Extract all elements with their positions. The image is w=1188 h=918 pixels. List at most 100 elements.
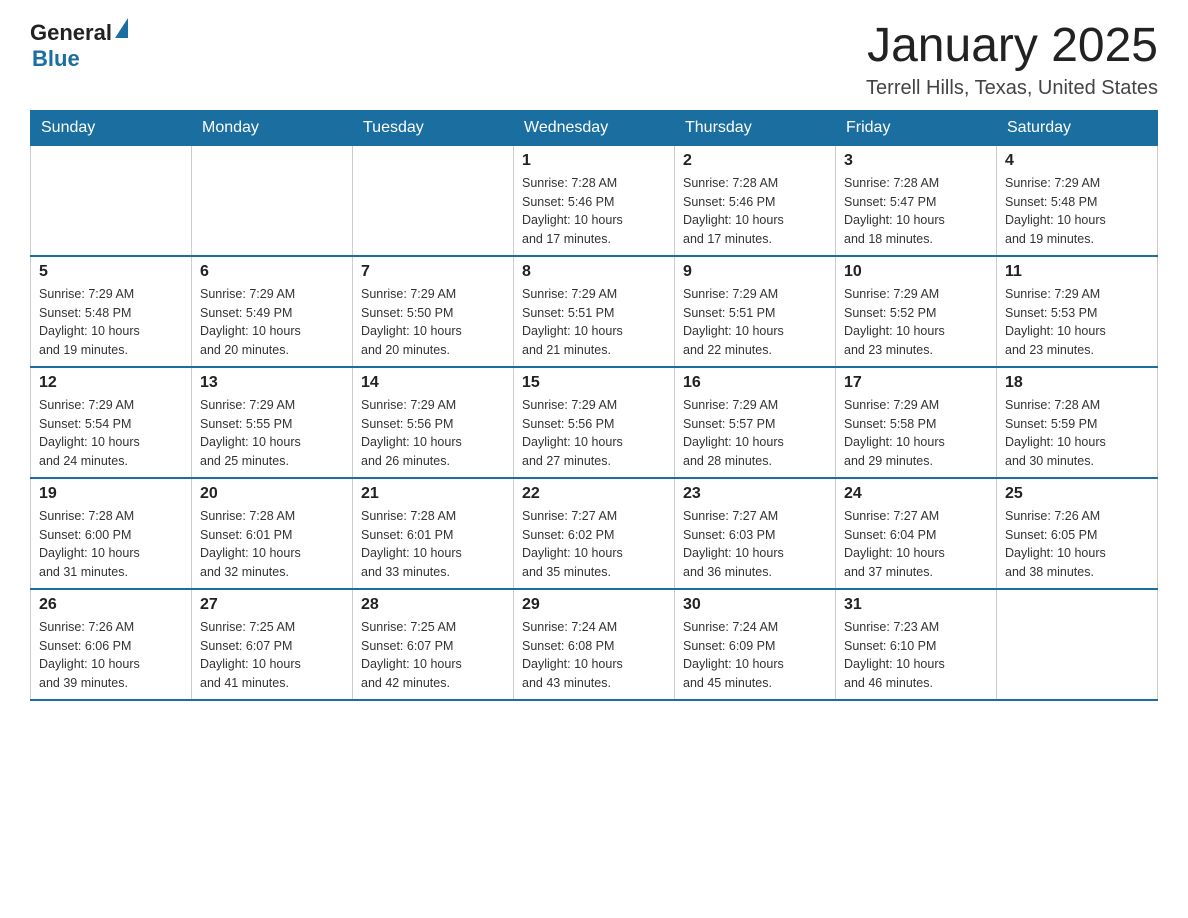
calendar-cell: 27 Sunrise: 7:25 AMSunset: 6:07 PMDayligh… [192,589,353,700]
calendar-cell: 9 Sunrise: 7:29 AMSunset: 5:51 PMDaylight… [675,256,836,367]
day-number: 19 [39,485,183,503]
title-area: January 2025 Terrell Hills, Texas, Unite… [866,20,1158,100]
calendar-body: 1 Sunrise: 7:28 AMSunset: 5:46 PMDaylight… [31,145,1158,700]
day-number: 16 [683,374,827,392]
calendar-cell [31,145,192,256]
calendar-cell: 1 Sunrise: 7:28 AMSunset: 5:46 PMDaylight… [514,145,675,256]
day-number: 18 [1005,374,1149,392]
calendar-week-row: 26 Sunrise: 7:26 AMSunset: 6:06 PMDayligh… [31,589,1158,700]
calendar-cell: 8Sunrise: 7:29 AMSunset: 5:51 PMDaylight… [514,256,675,367]
day-number: 7 [361,263,505,281]
day-number: 6 [200,263,344,281]
calendar-header-saturday: Saturday [997,110,1158,145]
calendar-header-tuesday: Tuesday [353,110,514,145]
calendar-week-row: 1 Sunrise: 7:28 AMSunset: 5:46 PMDaylight… [31,145,1158,256]
day-info: Sunrise: 7:28 AMSunset: 5:47 PMDaylight:… [844,174,988,249]
calendar-cell: 30 Sunrise: 7:24 AMSunset: 6:09 PMDayligh… [675,589,836,700]
day-info: Sunrise: 7:29 AMSunset: 5:53 PMDaylight:… [1005,285,1149,360]
calendar-cell: 18 Sunrise: 7:28 AMSunset: 5:59 PMDayligh… [997,367,1158,478]
calendar-cell: 13 Sunrise: 7:29 AMSunset: 5:55 PMDayligh… [192,367,353,478]
day-info: Sunrise: 7:28 AMSunset: 5:59 PMDaylight:… [1005,396,1149,471]
day-info: Sunrise: 7:25 AMSunset: 6:07 PMDaylight:… [361,618,505,693]
day-info: Sunrise: 7:26 AMSunset: 6:06 PMDaylight:… [39,618,183,693]
calendar-cell: 28 Sunrise: 7:25 AMSunset: 6:07 PMDayligh… [353,589,514,700]
calendar-cell: 11 Sunrise: 7:29 AMSunset: 5:53 PMDayligh… [997,256,1158,367]
calendar-cell: 25 Sunrise: 7:26 AMSunset: 6:05 PMDayligh… [997,478,1158,589]
calendar-week-row: 12Sunrise: 7:29 AMSunset: 5:54 PMDayligh… [31,367,1158,478]
day-info: Sunrise: 7:29 AMSunset: 5:50 PMDaylight:… [361,285,505,360]
day-info: Sunrise: 7:28 AMSunset: 5:46 PMDaylight:… [683,174,827,249]
day-info: Sunrise: 7:29 AMSunset: 5:51 PMDaylight:… [522,285,666,360]
day-number: 27 [200,596,344,614]
logo-blue-text: Blue [32,46,80,72]
day-number: 26 [39,596,183,614]
day-info: Sunrise: 7:28 AMSunset: 6:01 PMDaylight:… [200,507,344,582]
day-number: 1 [522,152,666,170]
day-info: Sunrise: 7:28 AMSunset: 5:46 PMDaylight:… [522,174,666,249]
day-number: 15 [522,374,666,392]
day-number: 13 [200,374,344,392]
calendar-cell: 19 Sunrise: 7:28 AMSunset: 6:00 PMDayligh… [31,478,192,589]
day-info: Sunrise: 7:27 AMSunset: 6:04 PMDaylight:… [844,507,988,582]
day-number: 28 [361,596,505,614]
calendar-cell: 5Sunrise: 7:29 AMSunset: 5:48 PMDaylight… [31,256,192,367]
day-number: 4 [1005,152,1149,170]
day-number: 22 [522,485,666,503]
day-info: Sunrise: 7:29 AMSunset: 5:56 PMDaylight:… [522,396,666,471]
day-info: Sunrise: 7:23 AMSunset: 6:10 PMDaylight:… [844,618,988,693]
calendar-cell: 2 Sunrise: 7:28 AMSunset: 5:46 PMDaylight… [675,145,836,256]
calendar-cell: 31Sunrise: 7:23 AMSunset: 6:10 PMDayligh… [836,589,997,700]
calendar-cell: 22 Sunrise: 7:27 AMSunset: 6:02 PMDayligh… [514,478,675,589]
day-info: Sunrise: 7:27 AMSunset: 6:03 PMDaylight:… [683,507,827,582]
day-number: 25 [1005,485,1149,503]
day-info: Sunrise: 7:29 AMSunset: 5:51 PMDaylight:… [683,285,827,360]
day-number: 9 [683,263,827,281]
day-number: 23 [683,485,827,503]
day-number: 29 [522,596,666,614]
calendar-cell: 15 Sunrise: 7:29 AMSunset: 5:56 PMDayligh… [514,367,675,478]
calendar-week-row: 19 Sunrise: 7:28 AMSunset: 6:00 PMDayligh… [31,478,1158,589]
calendar-header-thursday: Thursday [675,110,836,145]
day-info: Sunrise: 7:24 AMSunset: 6:08 PMDaylight:… [522,618,666,693]
calendar-cell: 12Sunrise: 7:29 AMSunset: 5:54 PMDayligh… [31,367,192,478]
day-number: 2 [683,152,827,170]
day-number: 5 [39,263,183,281]
logo-general-text: General [30,20,112,46]
calendar-cell: 3Sunrise: 7:28 AMSunset: 5:47 PMDaylight… [836,145,997,256]
day-info: Sunrise: 7:29 AMSunset: 5:52 PMDaylight:… [844,285,988,360]
day-number: 12 [39,374,183,392]
day-number: 11 [1005,263,1149,281]
calendar-cell: 17 Sunrise: 7:29 AMSunset: 5:58 PMDayligh… [836,367,997,478]
calendar-header-sunday: Sunday [31,110,192,145]
day-info: Sunrise: 7:29 AMSunset: 5:57 PMDaylight:… [683,396,827,471]
day-info: Sunrise: 7:29 AMSunset: 5:56 PMDaylight:… [361,396,505,471]
calendar-week-row: 5Sunrise: 7:29 AMSunset: 5:48 PMDaylight… [31,256,1158,367]
day-info: Sunrise: 7:29 AMSunset: 5:49 PMDaylight:… [200,285,344,360]
day-info: Sunrise: 7:25 AMSunset: 6:07 PMDaylight:… [200,618,344,693]
calendar-cell: 7 Sunrise: 7:29 AMSunset: 5:50 PMDaylight… [353,256,514,367]
day-number: 30 [683,596,827,614]
page-title: January 2025 [866,20,1158,73]
calendar-cell: 26 Sunrise: 7:26 AMSunset: 6:06 PMDayligh… [31,589,192,700]
calendar-cell: 14 Sunrise: 7:29 AMSunset: 5:56 PMDayligh… [353,367,514,478]
day-number: 17 [844,374,988,392]
calendar-cell [192,145,353,256]
day-info: Sunrise: 7:29 AMSunset: 5:48 PMDaylight:… [1005,174,1149,249]
day-info: Sunrise: 7:28 AMSunset: 6:01 PMDaylight:… [361,507,505,582]
calendar-header-wednesday: Wednesday [514,110,675,145]
day-info: Sunrise: 7:26 AMSunset: 6:05 PMDaylight:… [1005,507,1149,582]
calendar-header-friday: Friday [836,110,997,145]
day-info: Sunrise: 7:29 AMSunset: 5:58 PMDaylight:… [844,396,988,471]
day-number: 21 [361,485,505,503]
calendar-cell: 21 Sunrise: 7:28 AMSunset: 6:01 PMDayligh… [353,478,514,589]
day-number: 14 [361,374,505,392]
calendar-cell: 23 Sunrise: 7:27 AMSunset: 6:03 PMDayligh… [675,478,836,589]
calendar-cell [353,145,514,256]
day-info: Sunrise: 7:28 AMSunset: 6:00 PMDaylight:… [39,507,183,582]
day-info: Sunrise: 7:29 AMSunset: 5:55 PMDaylight:… [200,396,344,471]
day-info: Sunrise: 7:24 AMSunset: 6:09 PMDaylight:… [683,618,827,693]
calendar-cell: 6 Sunrise: 7:29 AMSunset: 5:49 PMDaylight… [192,256,353,367]
calendar-header-row: SundayMondayTuesdayWednesdayThursdayFrid… [31,110,1158,145]
day-info: Sunrise: 7:27 AMSunset: 6:02 PMDaylight:… [522,507,666,582]
calendar-header-monday: Monday [192,110,353,145]
